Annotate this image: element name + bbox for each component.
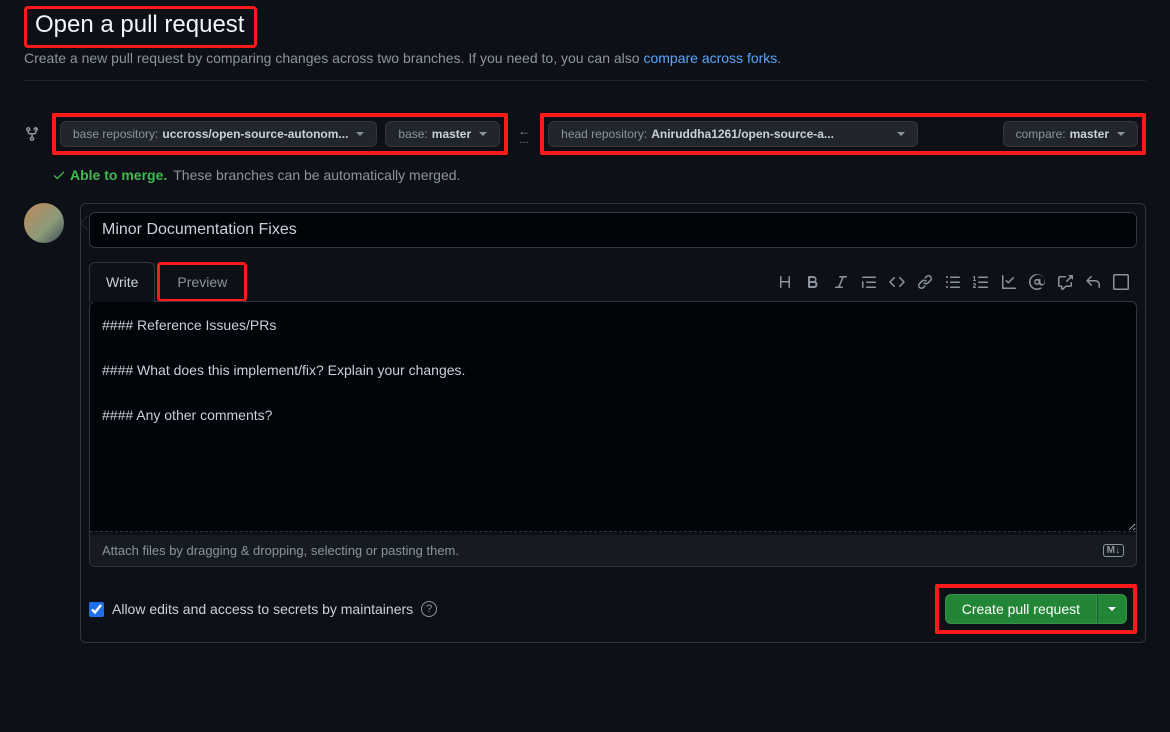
merge-detail-text: These branches can be automatically merg… (173, 167, 460, 183)
link-icon[interactable] (917, 274, 933, 290)
number-list-icon[interactable] (973, 274, 989, 290)
tab-write[interactable]: Write (89, 262, 155, 302)
head-repo-value: Aniruddha1261/open-source-a... (651, 127, 834, 141)
page-title: Open a pull request (29, 9, 250, 45)
code-icon[interactable] (889, 274, 905, 290)
mention-icon[interactable] (1029, 274, 1045, 290)
allow-edits-checkbox[interactable] (89, 602, 104, 617)
diff-icon[interactable] (1113, 274, 1129, 290)
caret-down-icon (1117, 132, 1125, 136)
base-repo-selector[interactable]: base repository: uccross/open-source-aut… (60, 121, 377, 147)
merge-status: Able to merge. These branches can be aut… (24, 167, 1146, 183)
heading-icon[interactable] (777, 274, 793, 290)
base-repo-value: uccross/open-source-autonom... (162, 127, 348, 141)
create-pr-button[interactable]: Create pull request (945, 594, 1097, 624)
page-subtitle: Create a new pull request by comparing c… (24, 50, 1146, 81)
arrow-left-icon: ←… (516, 124, 532, 144)
quote-icon[interactable] (861, 274, 877, 290)
compare-branch-value: master (1070, 127, 1109, 141)
head-repo-selector[interactable]: head repository: Aniruddha1261/open-sour… (548, 121, 918, 147)
task-list-icon[interactable] (1001, 274, 1017, 290)
reply-icon[interactable] (1085, 274, 1101, 290)
attach-hint[interactable]: Attach files by dragging & dropping, sel… (102, 543, 459, 558)
pr-body-textarea[interactable] (90, 302, 1136, 532)
compare-branch-label: compare: (1016, 127, 1066, 141)
info-icon[interactable]: ? (421, 601, 437, 617)
create-pr-dropdown[interactable] (1097, 594, 1127, 624)
base-branch-value: master (432, 127, 471, 141)
subtitle-text: Create a new pull request by comparing c… (24, 50, 643, 66)
tab-preview[interactable]: Preview (160, 265, 244, 299)
allow-edits-label: Allow edits and access to secrets by mai… (112, 601, 413, 617)
base-branch-label: base: (398, 127, 427, 141)
bold-icon[interactable] (805, 274, 821, 290)
base-repo-label: base repository: (73, 127, 158, 141)
base-branch-selector[interactable]: base: master (385, 121, 500, 147)
cross-reference-icon[interactable] (1057, 274, 1073, 290)
caret-down-icon (1108, 607, 1116, 611)
merge-able-text: Able to merge. (70, 167, 167, 183)
subtitle-suffix: . (777, 50, 781, 66)
caret-down-icon (479, 132, 487, 136)
italic-icon[interactable] (833, 274, 849, 290)
compare-branch-selector[interactable]: compare: master (1003, 121, 1138, 147)
pr-title-input[interactable] (89, 212, 1137, 248)
allow-edits-row[interactable]: Allow edits and access to secrets by mai… (89, 601, 437, 617)
check-icon (52, 168, 66, 182)
markdown-toolbar (777, 274, 1137, 290)
head-repo-label: head repository: (561, 127, 647, 141)
compare-forks-link[interactable]: compare across forks (643, 50, 777, 66)
branch-compare-box: base repository: uccross/open-source-aut… (24, 97, 1146, 183)
user-avatar[interactable] (24, 203, 64, 243)
caret-down-icon (897, 132, 905, 136)
markdown-help-icon[interactable]: M↓ (1103, 544, 1124, 557)
compare-icon (24, 126, 44, 142)
bullet-list-icon[interactable] (945, 274, 961, 290)
caret-down-icon (356, 132, 364, 136)
